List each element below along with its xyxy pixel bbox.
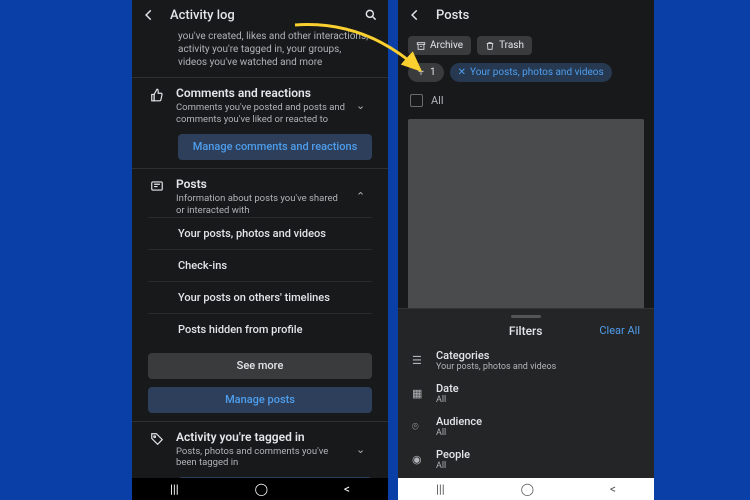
- search-icon[interactable]: [364, 8, 378, 22]
- manage-posts-button[interactable]: Manage posts: [148, 387, 372, 413]
- app-bar: Posts: [398, 0, 654, 30]
- post-thumbnail[interactable]: [408, 119, 644, 309]
- back-nav-icon[interactable]: <: [610, 482, 616, 496]
- intro-text: you've created, likes and other interact…: [132, 30, 388, 77]
- android-navbar: ||| ◯ <: [132, 478, 388, 500]
- manage-comments-button[interactable]: Manage comments and reactions: [178, 134, 372, 160]
- tag-icon: [148, 430, 166, 446]
- recents-icon[interactable]: |||: [170, 482, 179, 496]
- section-comments: Comments and reactions Comments you've p…: [132, 77, 388, 168]
- trash-button[interactable]: Trash: [477, 36, 532, 55]
- chevron-down-icon[interactable]: ⌄: [356, 443, 372, 456]
- filters-sheet: Filters Clear All ☰ Categories Your post…: [398, 308, 654, 478]
- filter-row-people[interactable]: ◉ People All: [398, 443, 654, 476]
- back-icon[interactable]: [408, 8, 422, 22]
- calendar-icon: ▦: [412, 387, 426, 400]
- section-title: Posts: [176, 177, 346, 191]
- posts-subitem[interactable]: Check-ins: [148, 249, 372, 281]
- filter-row: 1 ✕ Your posts, photos and videos: [398, 61, 654, 90]
- chevron-down-icon[interactable]: ⌄: [356, 99, 372, 112]
- section-subtitle: Posts, photos and comments you've been t…: [176, 446, 346, 470]
- page-title: Posts: [436, 8, 644, 23]
- filter-count-pill[interactable]: 1: [408, 63, 444, 82]
- section-title: Comments and reactions: [176, 86, 346, 100]
- people-icon: ⌾: [412, 420, 426, 434]
- posts-subitem[interactable]: Your posts on others' timelines: [148, 281, 372, 313]
- active-filter-pill[interactable]: ✕ Your posts, photos and videos: [450, 63, 612, 82]
- section-subtitle: Comments you've posted and posts and com…: [176, 102, 346, 126]
- select-all-row[interactable]: All: [398, 90, 654, 115]
- section-subtitle: Information about posts you've shared or…: [176, 193, 346, 217]
- list-icon: ☰: [412, 354, 426, 367]
- drag-handle[interactable]: [511, 315, 541, 318]
- home-icon[interactable]: ◯: [255, 482, 268, 496]
- app-bar: Activity log: [132, 0, 388, 30]
- android-navbar: ||| ◯ <: [398, 478, 654, 500]
- filter-row-categories[interactable]: ☰ Categories Your posts, photos and vide…: [398, 344, 654, 377]
- page-title: Activity log: [170, 8, 350, 23]
- sheet-title: Filters: [452, 324, 599, 338]
- posts-subitem[interactable]: Your posts, photos and videos: [148, 217, 372, 249]
- filter-row-date[interactable]: ▦ Date All: [398, 377, 654, 410]
- activity-log-screen: Activity log you've created, likes and o…: [132, 0, 388, 500]
- home-icon[interactable]: ◯: [521, 482, 534, 496]
- clear-all-button[interactable]: Clear All: [599, 324, 640, 338]
- section-posts: Posts Information about posts you've sha…: [132, 168, 388, 421]
- thumbs-up-icon: [148, 86, 166, 102]
- recents-icon[interactable]: |||: [436, 482, 445, 496]
- person-icon: ◉: [412, 453, 426, 466]
- close-icon[interactable]: ✕: [458, 67, 466, 78]
- section-title: Activity you're tagged in: [176, 430, 346, 444]
- checkbox[interactable]: [410, 94, 423, 107]
- back-icon[interactable]: [142, 8, 156, 22]
- posts-subitem[interactable]: Posts hidden from profile: [148, 313, 372, 345]
- filter-row-audience[interactable]: ⌾ Audience All: [398, 410, 654, 443]
- chevron-up-icon[interactable]: ⌃: [356, 190, 372, 203]
- archive-button[interactable]: Archive: [408, 36, 471, 55]
- action-chips: Archive Trash: [398, 30, 654, 61]
- posts-icon: [148, 177, 166, 193]
- back-nav-icon[interactable]: <: [344, 482, 350, 496]
- see-more-button[interactable]: See more: [148, 353, 372, 379]
- posts-screen: Posts Archive Trash 1 ✕ Your posts, phot…: [398, 0, 654, 500]
